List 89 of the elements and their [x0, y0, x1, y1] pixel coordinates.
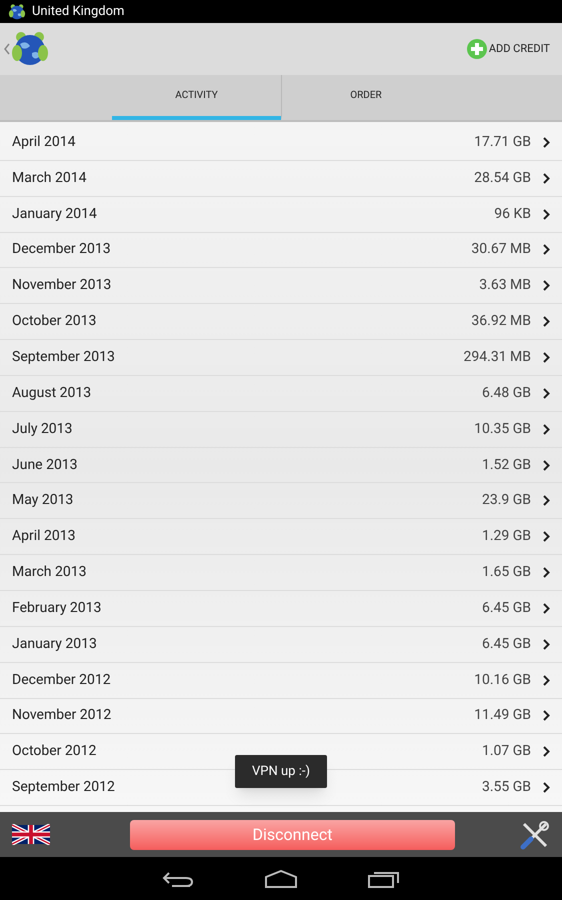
- month-label: November 2012: [12, 706, 112, 726]
- recents-button[interactable]: [368, 870, 400, 888]
- usage-value: 294.31 MB: [464, 348, 531, 367]
- uk-flag-icon: [12, 824, 50, 845]
- month-label: April 2013: [12, 527, 76, 546]
- chevron-right-icon: [543, 208, 550, 220]
- month-label: February 2013: [12, 598, 102, 618]
- chevron-right-icon: [543, 172, 550, 184]
- tab[interactable]: ORDER: [281, 75, 450, 120]
- add-credit-button[interactable]: ADD CREDIT: [466, 39, 558, 59]
- month-label: March 2013: [12, 563, 88, 582]
- activity-row[interactable]: December 2013 30.67 MB: [0, 232, 562, 268]
- usage-value: 1.07 GB: [482, 742, 531, 762]
- month-label: January 2013: [12, 634, 98, 654]
- month-label: August 2013: [12, 384, 92, 403]
- usage-value: 17.71 GB: [474, 132, 531, 152]
- chevron-right-icon: [543, 782, 550, 794]
- chevron-right-icon: [543, 567, 550, 578]
- usage-value: 23.9 GB: [482, 491, 531, 510]
- activity-row[interactable]: April 2014 17.71 GB: [0, 125, 562, 161]
- chevron-right-icon: [543, 495, 550, 506]
- app-icon: [8, 2, 26, 20]
- month-label: January 2014: [12, 204, 98, 224]
- activity-row[interactable]: November 2012 11.49 GB: [0, 698, 562, 734]
- chevron-right-icon: [543, 602, 550, 614]
- chevron-right-icon: [543, 316, 550, 328]
- activity-row[interactable]: June 2013 1.52 GB: [0, 448, 562, 484]
- month-label: October 2012: [12, 742, 98, 762]
- usage-value: 36.92 MB: [471, 312, 531, 332]
- back-icon: [162, 870, 194, 888]
- activity-row[interactable]: May 2013 23.9 GB: [0, 483, 562, 520]
- month-label: March 2014: [12, 168, 88, 188]
- month-label: December 2012: [12, 670, 112, 690]
- activity-row[interactable]: August 2013 6.48 GB: [0, 376, 562, 412]
- back-button[interactable]: [162, 870, 194, 888]
- usage-value: 11.49 GB: [474, 706, 531, 726]
- chevron-right-icon: [543, 460, 550, 471]
- activity-row[interactable]: December 2012 10.16 GB: [0, 662, 562, 698]
- usage-value: 10.35 GB: [474, 420, 531, 439]
- chevron-right-icon: [543, 531, 550, 542]
- month-label: September 2013: [12, 348, 116, 367]
- month-label: December 2013: [12, 240, 112, 260]
- activity-row[interactable]: March 2013 1.65 GB: [0, 555, 562, 591]
- activity-row[interactable]: October 2013 36.92 MB: [0, 304, 562, 340]
- chevron-right-icon: [543, 388, 550, 399]
- month-label: April 2014: [12, 132, 76, 152]
- usage-value: 10.16 GB: [474, 670, 531, 690]
- plus-icon: [466, 39, 487, 59]
- toast: VPN up :-): [235, 755, 327, 788]
- activity-row[interactable]: November 2013 3.63 MB: [0, 268, 562, 304]
- chevron-right-icon: [543, 280, 550, 292]
- chevron-right-icon: [543, 136, 550, 148]
- chevron-right-icon: [543, 710, 550, 722]
- activity-row[interactable]: April 2013 1.29 GB: [0, 519, 562, 556]
- chevron-right-icon: [543, 352, 550, 363]
- home-icon: [264, 870, 298, 888]
- activity-row[interactable]: March 2014 28.54 GB: [0, 160, 562, 197]
- home-button[interactable]: [264, 870, 298, 888]
- chevron-right-icon: [543, 638, 550, 650]
- activity-row[interactable]: January 2013 6.45 GB: [0, 626, 562, 663]
- activity-row[interactable]: February 2013 6.45 GB: [0, 590, 562, 627]
- usage-value: 6.45 GB: [482, 634, 531, 654]
- usage-value: 6.45 GB: [482, 598, 531, 618]
- tools-icon: [520, 820, 550, 850]
- recents-icon: [368, 870, 400, 888]
- month-label: June 2013: [12, 456, 79, 475]
- usage-value: 1.52 GB: [482, 456, 531, 475]
- activity-row[interactable]: January 2014 96 KB: [0, 196, 562, 233]
- usage-value: 96 KB: [494, 204, 531, 224]
- usage-value: 3.63 MB: [479, 276, 531, 296]
- usage-value: 3.55 GB: [482, 778, 531, 798]
- activity-row[interactable]: September 2013 294.31 MB: [0, 340, 562, 376]
- chevron-right-icon: [543, 746, 550, 758]
- chevron-right-icon: [543, 244, 550, 256]
- usage-value: 1.29 GB: [482, 527, 531, 546]
- usage-value: 28.54 GB: [474, 168, 531, 188]
- chevron-right-icon: [543, 674, 550, 686]
- usage-value: 6.48 GB: [482, 384, 531, 403]
- month-label: October 2013: [12, 312, 98, 332]
- usage-value: 30.67 MB: [471, 240, 531, 260]
- status-title: United Kingdom: [32, 2, 124, 21]
- month-label: September 2012: [12, 778, 116, 798]
- usage-value: 1.65 GB: [482, 563, 531, 582]
- month-label: May 2013: [12, 491, 74, 510]
- activity-row[interactable]: July 2013 10.35 GB: [0, 412, 562, 448]
- back-chevron-icon: [4, 43, 10, 55]
- month-label: November 2013: [12, 276, 112, 296]
- month-label: July 2013: [12, 420, 74, 439]
- chevron-right-icon: [543, 424, 550, 435]
